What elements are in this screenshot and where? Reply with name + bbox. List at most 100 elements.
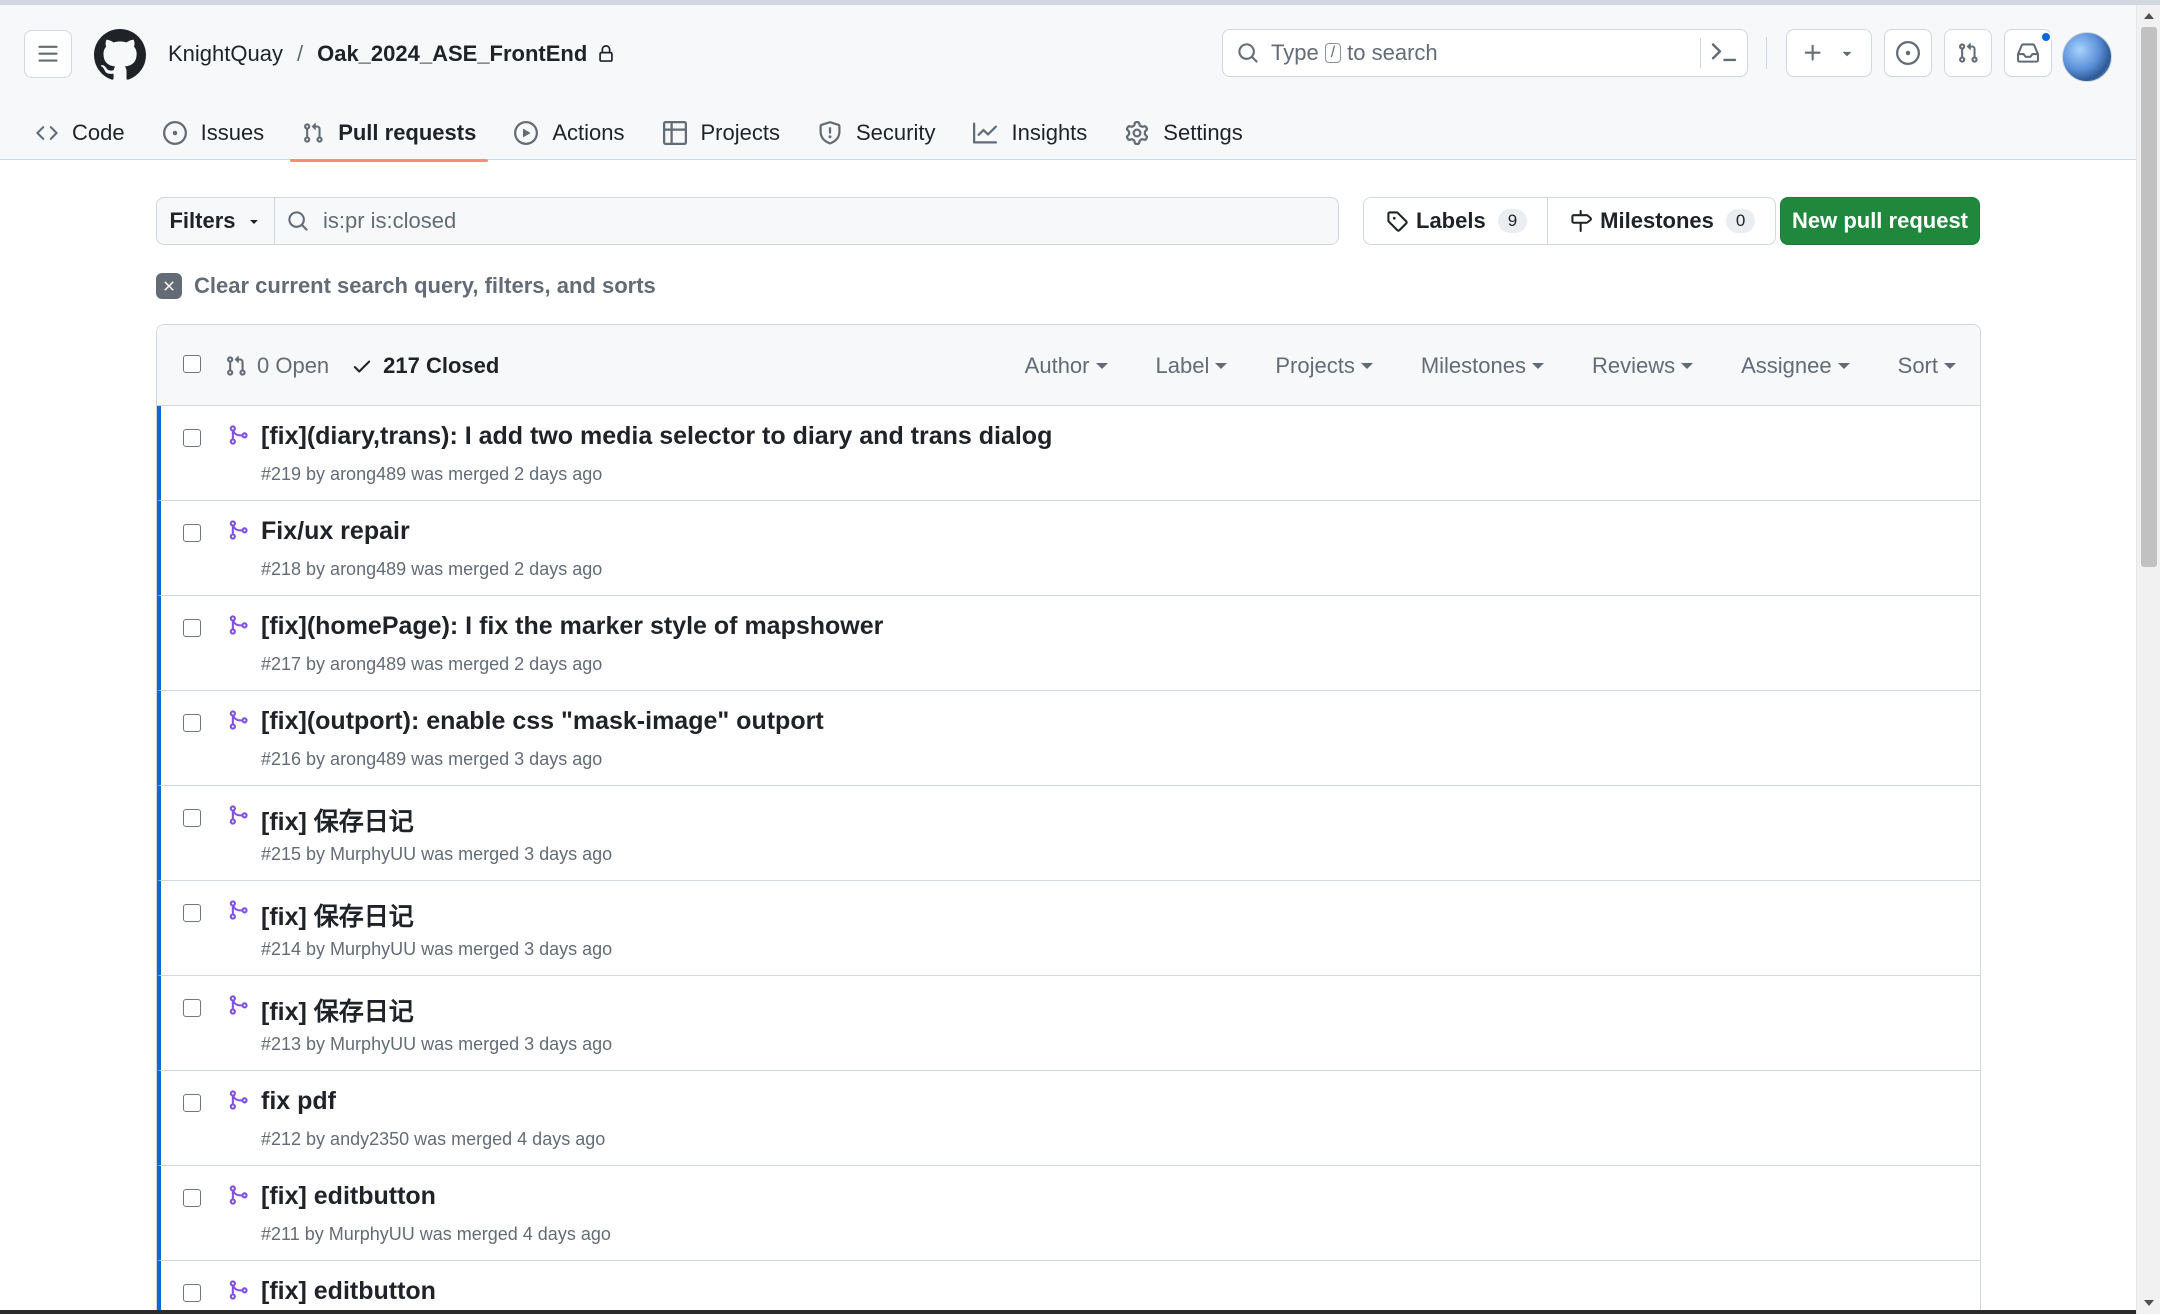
pull-request-meta: #217 by arong489 was merged 2 days ago [261,654,603,674]
row-checkbox[interactable] [183,714,201,732]
pull-request-row[interactable]: fix pdf #212 by andy2350 was merged 4 day… [157,1071,1980,1166]
pull-requests-button[interactable] [1944,29,1992,77]
tab-code[interactable]: Code [24,105,137,161]
row-checkbox[interactable] [183,1189,201,1207]
pull-request-title-link[interactable]: fix pdf [261,1087,336,1116]
clear-filters-link[interactable]: Clear current search query, filters, and… [156,273,656,299]
projects-filter-dropdown[interactable]: Projects [1275,353,1373,379]
pull-request-title-link[interactable]: [fix] 保存日记 [261,802,414,838]
page-scrollbar[interactable] [2136,5,2160,1314]
menu-button[interactable] [24,30,72,78]
row-checkbox[interactable] [183,429,201,447]
tab-security[interactable]: Security [806,105,947,161]
list-header: 0 Open 217 Closed Author Label Projects … [157,325,1980,406]
tab-label: Insights [1011,120,1088,145]
git-merge-icon [229,900,248,920]
milestones-button[interactable]: Milestones 0 [1547,198,1775,244]
labels-label: Labels [1416,208,1486,233]
caret-down-icon [1944,363,1956,369]
new-pull-request-button[interactable]: New pull request [1780,197,1980,245]
pull-request-row[interactable]: [fix](homePage): I fix the marker style … [157,596,1980,691]
row-checkbox[interactable] [183,999,201,1017]
row-checkbox[interactable] [183,1094,201,1112]
filters-dropdown-button[interactable]: Filters [157,198,275,244]
pull-request-title-link[interactable]: [fix](outport): enable css "mask-image" … [261,707,824,736]
pull-request-title-link[interactable]: [fix] editbutton [261,1277,436,1306]
pull-request-row[interactable]: [fix] editbutton #211 by MurphyUU was mer… [157,1166,1980,1261]
caret-down-icon [1681,363,1694,369]
pull-request-meta: #218 by arong489 was merged 2 days ago [261,559,603,579]
open-filter-link[interactable]: 0 Open [225,353,329,379]
pull-request-row[interactable]: [fix] 保存日记 #214 by MurphyUU was merged 3 … [157,881,1980,976]
sort-dropdown[interactable]: Sort [1898,353,1956,379]
pull-request-row[interactable]: [fix](outport): enable css "mask-image" … [157,691,1980,786]
breadcrumb: KnightQuay / Oak_2024_ASE_FrontEnd [168,41,615,67]
taskbar-edge [0,1310,2136,1314]
assignee-filter-dropdown[interactable]: Assignee [1741,353,1850,379]
pull-request-search-input[interactable]: is:pr is:closed [275,198,1338,244]
tab-insights[interactable]: Insights [961,105,1099,161]
scroll-down-arrow-icon[interactable] [2144,1300,2154,1306]
pull-request-title-link[interactable]: [fix] editbutton [261,1182,436,1211]
row-checkbox[interactable] [183,524,201,542]
pull-request-title-link[interactable]: [fix] 保存日记 [261,897,414,933]
repo-tabs: Code Issues Pull requests Actions Projec… [24,105,1269,162]
git-pull-request-icon [227,355,246,376]
filter-label: Reviews [1591,353,1676,378]
git-pull-request-icon [1959,42,1978,63]
select-all-checkbox[interactable] [183,355,201,373]
issue-opened-icon [1896,41,1920,65]
shield-icon [819,121,841,145]
repo-owner-link[interactable]: KnightQuay [168,41,283,67]
pull-request-meta: #216 by arong489 was merged 3 days ago [261,749,603,769]
pull-request-row[interactable]: [fix](diary,trans): I add two media sele… [157,406,1980,501]
row-checkbox[interactable] [183,904,201,922]
create-new-button[interactable] [1786,29,1872,77]
tab-pull-requests[interactable]: Pull requests [290,105,489,162]
issues-button[interactable] [1884,29,1932,77]
github-logo-icon[interactable] [94,29,146,81]
milestones-filter-dropdown[interactable]: Milestones [1421,353,1544,379]
scroll-up-arrow-icon[interactable] [2144,13,2154,19]
row-checkbox[interactable] [183,619,201,637]
global-search-input[interactable]: Type / to search [1222,29,1748,77]
git-merge-icon [229,805,248,825]
git-merge-icon [229,1280,248,1300]
pull-request-title-link[interactable]: [fix] 保存日记 [261,992,414,1028]
command-palette-icon[interactable] [1711,40,1737,66]
pull-request-row[interactable]: [fix] 保存日记 #213 by MurphyUU was merged 3 … [157,976,1980,1071]
pull-request-row[interactable]: [fix] editbutton [157,1261,1980,1314]
label-filter-dropdown[interactable]: Label [1156,353,1228,379]
tab-label: Pull requests [338,120,477,145]
labels-button[interactable]: Labels 9 [1364,198,1547,244]
pull-request-list: 0 Open 217 Closed Author Label Projects … [156,324,1981,1314]
scrollbar-thumb[interactable] [2141,27,2157,567]
pull-request-row[interactable]: Fix/ux repair #218 by arong489 was merged… [157,501,1980,596]
search-placeholder-suffix: to search [1347,40,1438,65]
caret-down-icon [1531,363,1544,369]
tab-label: Security [855,120,936,145]
pull-request-title-link[interactable]: [fix](homePage): I fix the marker style … [261,612,883,641]
caret-down-icon [1837,363,1850,369]
pull-request-rows: [fix](diary,trans): I add two media sele… [157,406,1980,1314]
pull-request-row[interactable]: [fix] 保存日记 #215 by MurphyUU was merged 3 … [157,786,1980,881]
closed-filter-link[interactable]: 217 Closed [351,353,499,379]
breadcrumb-separator: / [296,41,304,66]
tab-label: Projects [700,120,780,145]
repo-name-link[interactable]: Oak_2024_ASE_FrontEnd [317,41,587,67]
row-checkbox[interactable] [183,1284,201,1302]
tab-settings[interactable]: Settings [1113,105,1255,161]
tab-issues[interactable]: Issues [151,105,277,161]
user-avatar[interactable] [2062,32,2112,82]
row-checkbox[interactable] [183,809,201,827]
author-filter-dropdown[interactable]: Author [1025,353,1108,379]
pull-request-title-link[interactable]: Fix/ux repair [261,517,410,546]
hamburger-icon [38,45,58,62]
x-icon [156,273,182,299]
reviews-filter-dropdown[interactable]: Reviews [1591,353,1694,379]
code-icon [36,126,58,140]
clear-filters-label: Clear current search query, filters, and… [194,273,656,298]
tab-actions[interactable]: Actions [502,105,636,161]
pull-request-title-link[interactable]: [fix](diary,trans): I add two media sele… [261,422,1052,451]
tab-projects[interactable]: Projects [651,105,792,161]
